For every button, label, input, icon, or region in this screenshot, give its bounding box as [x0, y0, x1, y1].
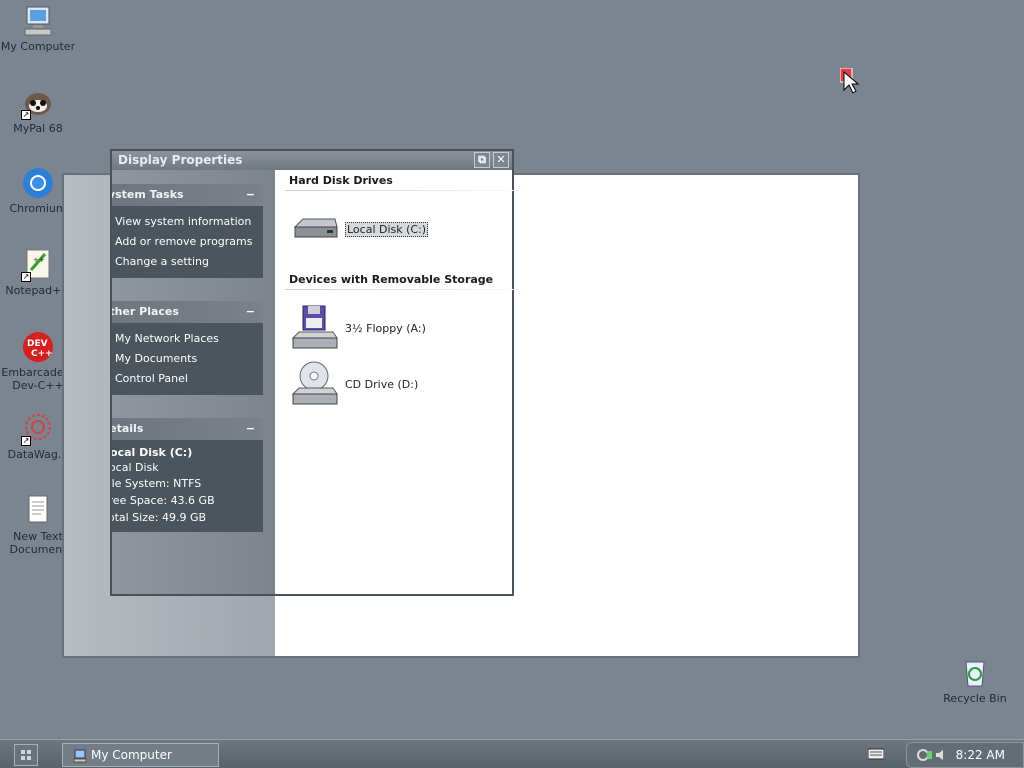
details-type: Local Disk	[112, 461, 159, 474]
drive-local-disk-c[interactable]: Local Disk (C:)	[291, 205, 429, 253]
chromium-icon	[21, 166, 55, 200]
notepad-plus-plus-icon: ++ ↗	[21, 248, 55, 282]
desktop-icon-my-computer[interactable]: My Computer	[0, 4, 76, 53]
datawagon-icon: ↗	[21, 412, 55, 446]
start-button[interactable]	[14, 744, 38, 766]
svg-text:C++: C++	[31, 349, 53, 359]
drive-label: CD Drive (D:)	[345, 377, 419, 391]
details-group: Details − Local Disk (C:) Local Disk Fil…	[112, 418, 263, 532]
system-tasks-body: View system information Add or remove pr…	[112, 206, 263, 278]
shortcut-arrow-icon: ↗	[21, 272, 31, 282]
details-header[interactable]: Details −	[112, 418, 263, 440]
drive-cd-d[interactable]: CD Drive (D:)	[291, 360, 418, 408]
desktop-icon-label: MyPal 68	[13, 122, 63, 135]
start-grid-icon	[21, 750, 31, 760]
other-places-header[interactable]: Other Places −	[112, 301, 263, 323]
task-link-add-remove-programs[interactable]: Add or remove programs	[115, 232, 263, 252]
keyboard-icon[interactable]	[867, 748, 885, 760]
other-places-group: Other Places − My Network Places My Docu…	[112, 301, 263, 395]
desktop-icon-mypal[interactable]: ↗ MyPal 68	[0, 86, 76, 135]
other-places-body: My Network Places My Documents Control P…	[112, 323, 263, 395]
restore-icon: ⧉	[478, 153, 486, 166]
my-computer-icon	[73, 748, 87, 763]
collapse-icon[interactable]: −	[246, 418, 255, 440]
collapse-icon[interactable]: −	[246, 301, 255, 323]
network-icon[interactable]	[917, 748, 933, 762]
place-link-network-places[interactable]: My Network Places	[115, 329, 263, 349]
display-properties-window[interactable]: Display Properties ⧉ ✕ System Tasks − Vi…	[110, 149, 543, 596]
group-header-label: System Tasks	[112, 188, 184, 201]
group-header-label: Other Places	[112, 305, 179, 318]
cd-drive-icon	[291, 360, 341, 408]
window-title: Display Properties	[118, 153, 243, 167]
details-free-space: Free Space: 43.6 GB	[112, 494, 215, 507]
details-total-size: Total Size: 49.9 GB	[112, 511, 207, 524]
my-computer-icon	[21, 4, 55, 38]
place-link-control-panel[interactable]: Control Panel	[115, 369, 263, 389]
svg-text:++: ++	[33, 256, 45, 264]
details-body: Local Disk (C:) Local Disk File System: …	[112, 440, 263, 532]
task-pane: System Tasks − View system information A…	[112, 170, 275, 594]
taskbar-item-label: My Computer	[91, 748, 172, 762]
recycle-bin-icon	[958, 656, 992, 690]
text-document-icon	[21, 494, 55, 528]
section-divider	[285, 289, 543, 290]
desktop-icon-recycle-bin[interactable]: Recycle Bin	[937, 656, 1013, 705]
taskbar: My Computer 8:22 AM	[0, 739, 1024, 768]
shortcut-arrow-icon: ↗	[21, 110, 31, 120]
system-tray: 8:22 AM	[906, 742, 1024, 768]
window-titlebar[interactable]: Display Properties ⧉ ✕	[112, 151, 512, 170]
restore-button[interactable]: ⧉	[474, 152, 490, 168]
system-tasks-header[interactable]: System Tasks −	[112, 184, 263, 206]
close-button[interactable]: ✕	[493, 152, 509, 168]
drive-floppy-a[interactable]: 3½ Floppy (A:)	[291, 304, 426, 352]
volume-icon[interactable]	[935, 748, 947, 762]
floppy-drive-icon	[291, 304, 341, 352]
desktop-icon-label: Recycle Bin	[943, 692, 1007, 705]
close-icon: ✕	[496, 153, 506, 166]
collapse-icon[interactable]: −	[246, 184, 255, 206]
removable-section-title: Devices with Removable Storage	[289, 273, 494, 286]
taskbar-item-my-computer[interactable]: My Computer	[62, 743, 219, 767]
shortcut-arrow-icon: ↗	[21, 436, 31, 446]
place-link-my-documents[interactable]: My Documents	[115, 349, 263, 369]
content-pane: Hard Disk Drives Local Disk (C:) Devices…	[275, 170, 543, 594]
hard-disk-section-title: Hard Disk Drives	[289, 174, 393, 187]
task-link-change-setting[interactable]: Change a setting	[115, 252, 263, 272]
system-tasks-group: System Tasks − View system information A…	[112, 184, 263, 278]
hard-disk-icon	[291, 205, 341, 253]
mypal-icon: ↗	[21, 86, 55, 120]
details-file-system: File System: NTFS	[112, 477, 202, 490]
drive-label: 3½ Floppy (A:)	[345, 321, 426, 335]
details-name: Local Disk (C:)	[112, 446, 193, 459]
drive-label: Local Disk (C:)	[345, 221, 429, 237]
mouse-cursor-icon	[839, 67, 860, 94]
clock[interactable]: 8:22 AM	[956, 743, 1005, 767]
section-divider	[285, 190, 543, 191]
task-link-view-system-info[interactable]: View system information	[115, 212, 263, 232]
group-header-label: Details	[112, 422, 144, 435]
dev-cpp-icon: DEV C++	[21, 330, 55, 364]
svg-text:DEV: DEV	[27, 339, 48, 349]
desktop-icon-label: My Computer	[0, 40, 76, 53]
